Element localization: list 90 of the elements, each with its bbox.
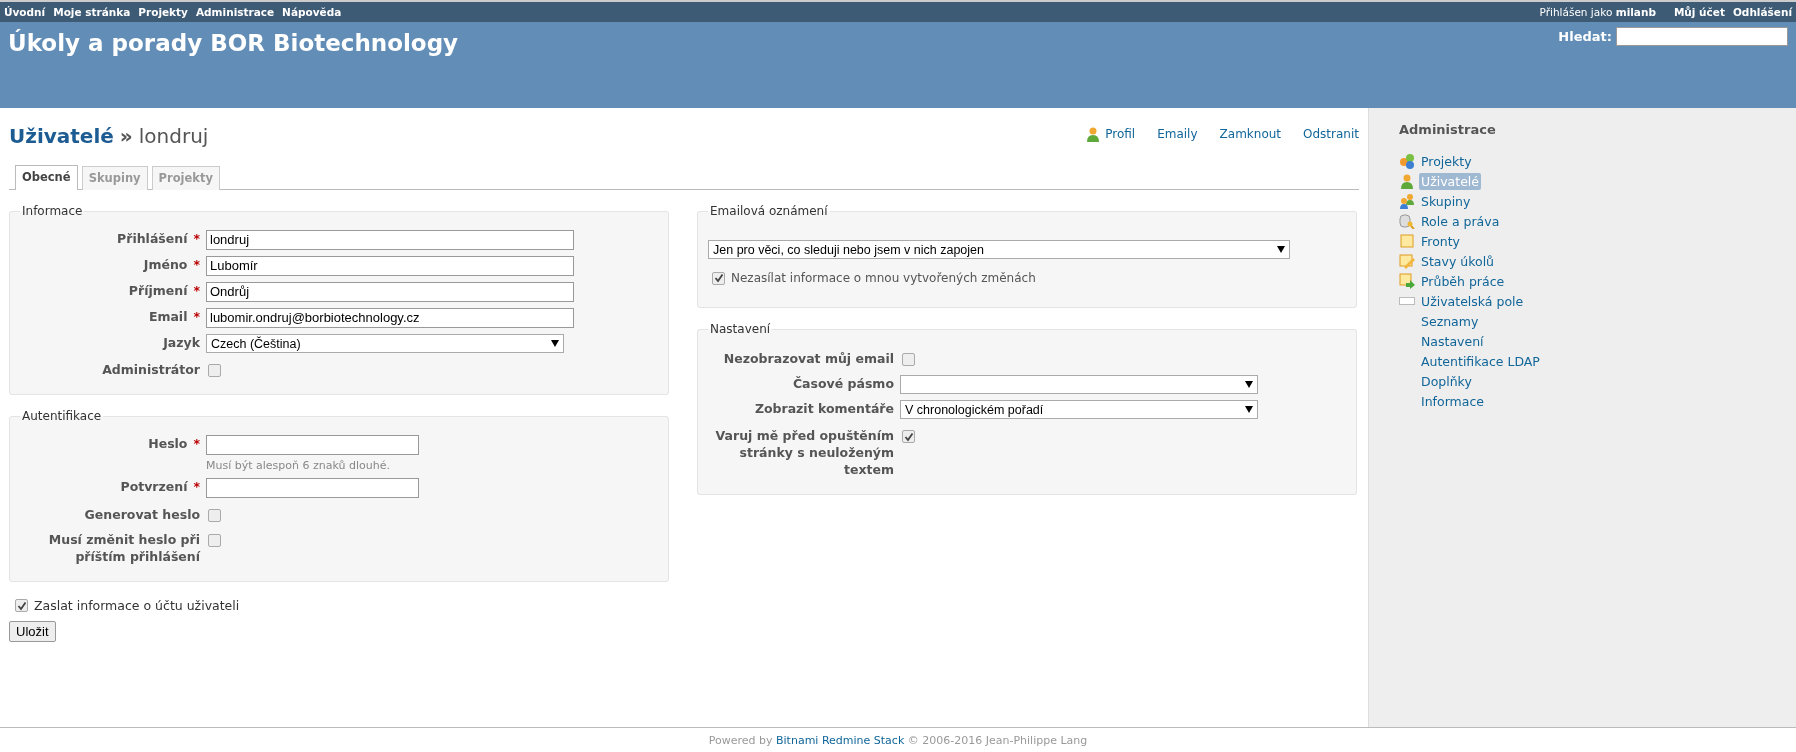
checkbox[interactable]	[208, 534, 221, 547]
field-label: Jméno	[143, 256, 188, 273]
action-link[interactable]: Emaily	[1157, 127, 1198, 141]
tab[interactable]: Obecné	[15, 165, 78, 190]
sidebar-link[interactable]: Autentifikace LDAP	[1419, 352, 1542, 370]
save-button[interactable]: Uložit	[9, 621, 56, 642]
sidebar-link[interactable]: Seznamy	[1419, 312, 1481, 330]
dropdown[interactable]: Jen pro věci, co sleduji nebo jsem v nich zapojen	[708, 240, 1290, 259]
search-label: Hledat:	[1558, 29, 1612, 44]
breadcrumb-link[interactable]: Uživatelé	[9, 124, 114, 148]
field-label: Administrátor	[102, 361, 200, 378]
password-field[interactable]	[206, 435, 419, 455]
menu-link[interactable]: Úvodní	[4, 6, 46, 18]
field-label: Příjmení	[128, 282, 188, 299]
sidebar-link[interactable]: Projekty	[1419, 152, 1474, 170]
action-link[interactable]: Profil	[1105, 127, 1136, 141]
dropdown[interactable]: Czech (Čeština)	[206, 334, 564, 353]
checkbox-label: Nezasílat informace o mnou vytvořených změnách	[731, 271, 1036, 285]
sidebar-link[interactable]: Informace	[1419, 392, 1486, 410]
checkbox[interactable]	[208, 364, 221, 377]
required-mark: *	[193, 478, 200, 495]
sidebar-link[interactable]: Skupiny	[1419, 192, 1473, 210]
sidebar-link[interactable]: Nastavení	[1419, 332, 1486, 350]
sidebar-link[interactable]: Stavy úkolů	[1419, 252, 1497, 270]
field-label: Musí změnit heslo při příštím přihlášení	[47, 531, 200, 565]
menu-link[interactable]: Projekty	[138, 6, 188, 18]
required-mark: *	[193, 308, 200, 325]
account-link[interactable]: Odhlášení	[1732, 6, 1792, 18]
sidebar-link[interactable]: Průběh práce	[1419, 272, 1507, 290]
required-mark: *	[193, 230, 200, 247]
user-icon	[1085, 126, 1102, 142]
caret-icon	[1277, 246, 1285, 253]
checkbox[interactable]	[902, 430, 915, 443]
users-icon	[1399, 193, 1415, 209]
account-link[interactable]: Můj účet	[1673, 6, 1725, 18]
action-link[interactable]: Odstranit	[1303, 127, 1359, 141]
dropdown[interactable]	[900, 375, 1258, 394]
checkbox[interactable]	[902, 353, 915, 366]
site-title: Úkoly a porady BOR Biotechnology	[8, 30, 459, 56]
caret-icon	[551, 340, 559, 347]
sidebar-link[interactable]: Doplňky	[1419, 372, 1474, 390]
colored-circles-icon	[1399, 153, 1415, 169]
sidebar-link[interactable]: Fronty	[1419, 232, 1462, 250]
menu-link[interactable]: Nápověda	[282, 6, 342, 18]
section-legend: Informace	[20, 204, 85, 218]
required-mark: *	[193, 282, 200, 299]
footer-text: Powered by Bitnami Redmine Stack © 2006-2016 Jean-Philippe Lang	[708, 733, 1088, 747]
section-legend: Nastavení	[708, 322, 773, 336]
field-label: Potvrzení	[120, 478, 188, 495]
section-legend: Autentifikace	[20, 409, 104, 423]
text-field[interactable]: lubomir.ondruj@borbiotechnology.cz	[206, 308, 574, 328]
note-icon	[1399, 233, 1415, 249]
search-field[interactable]	[1616, 27, 1788, 46]
field-label: Nezobrazovat můj email	[723, 350, 894, 367]
text-field[interactable]: Lubomír	[206, 256, 574, 276]
text-field[interactable]: londruj	[206, 230, 574, 250]
field-hint: Musí být alespoň 6 znaků dlouhé.	[206, 459, 391, 472]
menu-link[interactable]: Moje stránka	[53, 6, 131, 18]
field-label: Heslo	[148, 435, 188, 452]
text-field-icon	[1399, 297, 1415, 305]
checkbox[interactable]	[208, 509, 221, 522]
section-legend: Emailová oznámení	[708, 204, 830, 218]
password-field[interactable]	[206, 478, 419, 498]
field-label: Přihlášení	[117, 230, 188, 247]
caret-icon	[1245, 381, 1253, 388]
checkbox-label: Zaslat informace o účtu uživateli	[34, 598, 240, 613]
field-label: Jazyk	[163, 334, 200, 351]
field-label: Email	[148, 308, 188, 325]
required-mark: *	[193, 256, 200, 273]
sidebar-link[interactable]: Uživatelská pole	[1419, 292, 1526, 310]
note-pencil-icon	[1399, 253, 1415, 269]
page-title: londruj	[138, 124, 209, 148]
menu-link[interactable]: Administrace	[195, 6, 275, 18]
checkbox[interactable]	[712, 271, 725, 285]
checkbox[interactable]	[15, 599, 28, 612]
caret-icon	[1245, 406, 1253, 413]
footer-link[interactable]: Bitnami Redmine Stack	[776, 733, 905, 747]
field-label: Varuj mě před opuštěním stránky s neuloženým textem	[714, 427, 894, 478]
breadcrumb-separator: »	[119, 124, 133, 148]
sidebar-link[interactable]: Role a práva	[1419, 212, 1502, 230]
field-label: Zobrazit komentáře	[754, 400, 894, 417]
logged-in-text: Přihlášen jako milanb	[1539, 6, 1656, 18]
field-label: Časové pásmo	[792, 375, 894, 392]
user-icon	[1399, 173, 1415, 189]
required-mark: *	[193, 435, 200, 452]
sidebar-title: Administrace	[1399, 122, 1497, 137]
field-label: Generovat heslo	[84, 506, 200, 523]
text-field[interactable]: Ondrůj	[206, 282, 574, 302]
dropdown[interactable]: V chronologickém pořadí	[900, 400, 1258, 419]
action-link[interactable]: Zamknout	[1219, 127, 1282, 141]
